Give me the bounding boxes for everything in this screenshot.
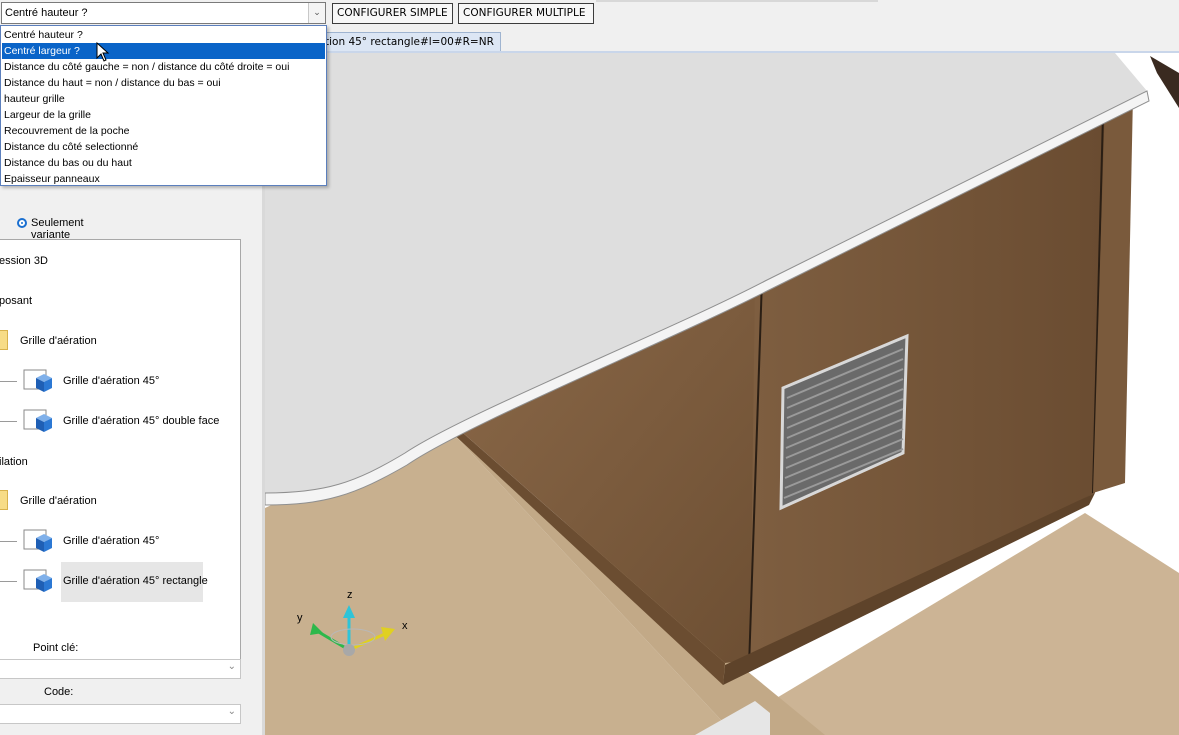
key-point-select[interactable]: ⌄ xyxy=(0,659,241,679)
dropdown-option[interactable]: hauteur grille xyxy=(2,91,325,107)
tree-connector xyxy=(0,381,17,382)
configure-simple-button[interactable]: CONFIGURER SIMPLE xyxy=(332,3,453,24)
document-tab[interactable]: tion 45° rectangle#l=00#R=NR xyxy=(318,32,501,51)
dropdown-option[interactable]: Recouvrement de la poche xyxy=(2,123,325,139)
mouse-cursor-icon xyxy=(96,42,110,62)
axis-y-label: y xyxy=(297,612,303,624)
component-cube-icon xyxy=(23,529,52,552)
dropdown-option[interactable]: Distance du côté gauche = non / distance… xyxy=(2,59,325,75)
code-label: Code: xyxy=(44,686,74,698)
combobox-value: Centré hauteur ? xyxy=(5,7,88,19)
3d-scene: z x y xyxy=(265,53,1179,735)
tree-section-ventilation[interactable]: ilation xyxy=(0,456,28,468)
code-select[interactable]: ⌄ xyxy=(0,704,241,724)
folder-icon xyxy=(0,490,8,510)
axis-z-label: z xyxy=(347,589,353,601)
configure-multiple-button[interactable]: CONFIGURER MULTIPLE xyxy=(458,3,594,24)
component-cube-icon xyxy=(23,369,52,392)
toolbar-divider xyxy=(596,0,878,2)
tree-section-component[interactable]: posant xyxy=(0,295,32,307)
tree-folder-grille-1[interactable]: Grille d'aération xyxy=(20,335,97,347)
chevron-down-icon[interactable]: ⌄ xyxy=(308,3,325,23)
tree-section-3d[interactable]: ession 3D xyxy=(0,255,48,267)
radio-label: Seulement variante xyxy=(31,217,84,241)
3d-viewport[interactable]: z x y xyxy=(265,53,1179,735)
component-tree[interactable]: ession 3D posant Grille d'aération Grill… xyxy=(0,239,241,667)
dropdown-option[interactable]: Distance du côté selectionné xyxy=(2,139,325,155)
component-cube-icon xyxy=(23,569,52,592)
property-dropdown-list[interactable]: Centré hauteur ? Centré largeur ? Distance… xyxy=(0,25,327,186)
chevron-down-icon: ⌄ xyxy=(227,706,236,717)
dropdown-option[interactable]: Distance du haut = non / distance du bas… xyxy=(2,75,325,91)
dropdown-option[interactable]: Distance du bas ou du haut xyxy=(2,155,325,171)
tree-item-grille-45-rectangle[interactable]: Grille d'aération 45° rectangle xyxy=(63,575,208,587)
property-combobox[interactable]: Centré hauteur ? ⌄ xyxy=(1,2,326,24)
tree-connector xyxy=(0,581,17,582)
tree-item-grille-45-double[interactable]: Grille d'aération 45° double face xyxy=(63,415,219,427)
dropdown-option[interactable]: Epaisseur panneaux xyxy=(2,171,325,187)
toolbar: Centré hauteur ? ⌄ CONFIGURER SIMPLE CON… xyxy=(0,0,1179,28)
chevron-down-icon: ⌄ xyxy=(227,661,236,672)
tree-connector xyxy=(0,541,17,542)
component-cube-icon xyxy=(23,409,52,432)
key-point-label: Point clé: xyxy=(33,642,79,654)
tree-item-grille-45-a[interactable]: Grille d'aération 45° xyxy=(63,375,159,387)
tree-connector xyxy=(0,421,17,422)
dropdown-option[interactable]: Centré largeur ? xyxy=(2,43,325,59)
tree-item-grille-45-b[interactable]: Grille d'aération 45° xyxy=(63,535,159,547)
dropdown-option[interactable]: Largeur de la grille xyxy=(2,107,325,123)
background-object xyxy=(1150,56,1179,108)
folder-icon xyxy=(0,330,8,350)
tree-folder-grille-2[interactable]: Grille d'aération xyxy=(20,495,97,507)
dropdown-option[interactable]: Centré hauteur ? xyxy=(2,27,325,43)
axis-x-label: x xyxy=(402,620,408,632)
radio-icon xyxy=(17,218,27,228)
